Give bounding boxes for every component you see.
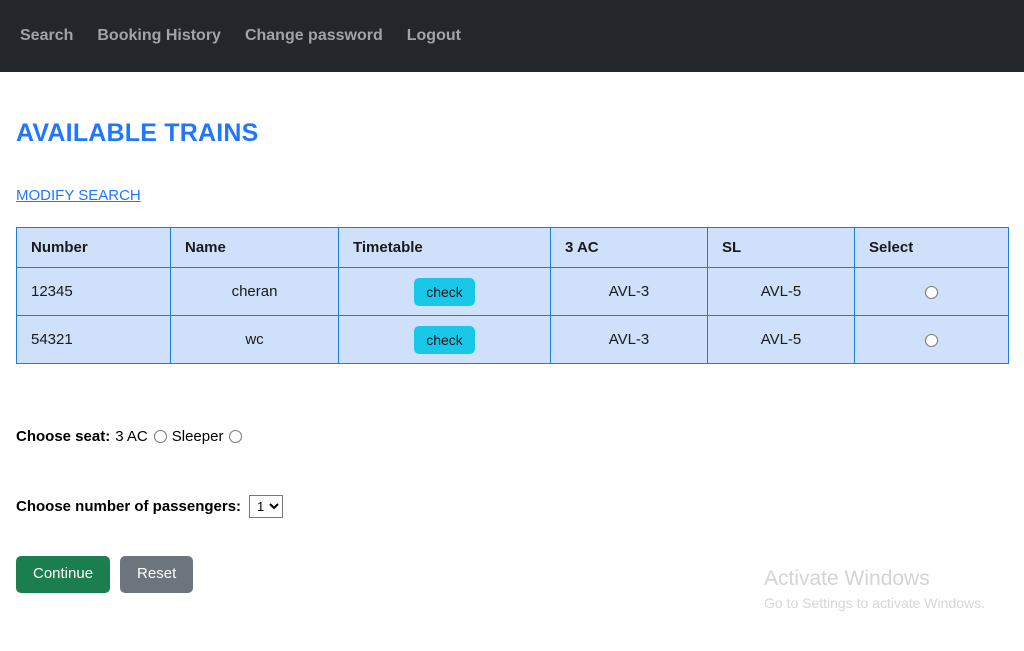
cell-select [854, 315, 1009, 364]
column-header-timetable: Timetable [338, 227, 551, 268]
continue-button[interactable]: Continue [16, 556, 111, 593]
seat-option-3ac-label: 3 AC [115, 428, 148, 445]
form-buttons-row: Continue Reset [16, 556, 1008, 593]
column-header-number: Number [16, 227, 171, 268]
cell-3ac-availability: AVL-3 [550, 315, 708, 364]
seat-option-sleeper-label: Sleeper [171, 428, 224, 445]
seat-option-3ac[interactable] [153, 430, 167, 443]
top-navigation-bar: Search Booking History Change password L… [0, 0, 1024, 72]
nav-link-logout[interactable]: Logout [407, 27, 461, 45]
nav-link-search[interactable]: Search [20, 27, 73, 45]
choose-passengers-row: Choose number of passengers: 1 2 3 4 5 6 [16, 495, 1008, 518]
page-title: AVAILABLE TRAINS [16, 119, 259, 147]
cell-3ac-availability: AVL-3 [550, 267, 708, 316]
column-header-sl: SL [707, 227, 855, 268]
seat-option-sleeper[interactable] [229, 430, 243, 443]
choose-seat-row: Choose seat: 3 AC Sleeper [16, 428, 1008, 445]
main-content: AVAILABLE TRAINS MODIFY SEARCH Number Na… [0, 119, 1024, 593]
train-select-radio[interactable] [925, 285, 938, 299]
nav-links-group: Search Booking History Change password L… [20, 27, 461, 45]
train-select-radio[interactable] [925, 333, 938, 347]
timetable-check-button[interactable]: check [414, 325, 475, 354]
cell-train-name: cheran [170, 267, 339, 316]
nav-link-booking-history[interactable]: Booking History [97, 27, 221, 45]
available-trains-table: Number Name Timetable 3 AC SL Select 123… [16, 227, 1009, 364]
table-header-row: Number Name Timetable 3 AC SL Select [16, 227, 1009, 268]
passenger-count-select[interactable]: 1 2 3 4 5 6 [249, 495, 284, 518]
timetable-check-button[interactable]: check [414, 277, 475, 306]
choose-seat-label: Choose seat: [16, 428, 111, 445]
cell-train-name: wc [170, 315, 339, 364]
reset-button[interactable]: Reset [120, 556, 194, 593]
cell-timetable: check [338, 315, 551, 364]
choose-passengers-label: Choose number of passengers: [16, 498, 242, 515]
table-row: 12345 cheran check AVL-3 AVL-5 [16, 267, 1009, 316]
modify-search-link[interactable]: MODIFY SEARCH [16, 187, 141, 204]
nav-link-change-password[interactable]: Change password [245, 27, 383, 45]
table-header: Number Name Timetable 3 AC SL Select [16, 227, 1009, 268]
table-row: 54321 wc check AVL-3 AVL-5 [16, 315, 1009, 364]
cell-sl-availability: AVL-5 [707, 267, 855, 316]
cell-sl-availability: AVL-5 [707, 315, 855, 364]
watermark-subtitle: Go to Settings to activate Windows. [764, 594, 985, 611]
cell-train-number: 12345 [16, 267, 171, 316]
cell-select [854, 267, 1009, 316]
cell-train-number: 54321 [16, 315, 171, 364]
column-header-3ac: 3 AC [550, 227, 708, 268]
column-header-select: Select [854, 227, 1009, 268]
column-header-name: Name [170, 227, 339, 268]
cell-timetable: check [338, 267, 551, 316]
table-body: 12345 cheran check AVL-3 AVL-5 54321 wc … [16, 267, 1009, 364]
